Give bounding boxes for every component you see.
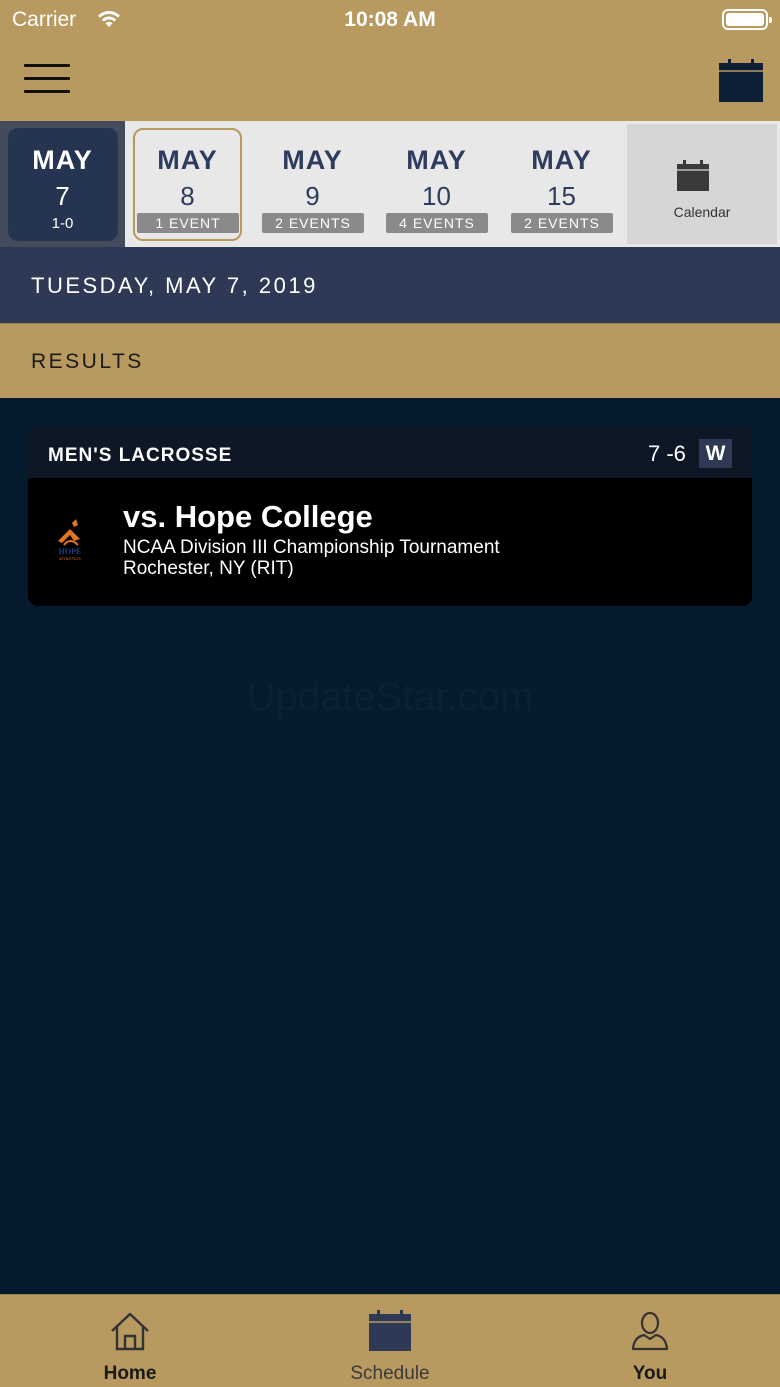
date-month: MAY bbox=[32, 145, 93, 175]
event-location: Rochester, NY (RIT) bbox=[123, 558, 294, 579]
battery-icon bbox=[722, 9, 772, 30]
date-day: 7 bbox=[55, 181, 70, 211]
home-icon bbox=[111, 1312, 149, 1351]
date-month: MAY bbox=[157, 145, 218, 175]
section-header-text: RESULTS bbox=[31, 350, 144, 373]
event-count-badge: 2 EVENTS bbox=[262, 213, 364, 233]
tab-bar: Home Schedule You bbox=[0, 1294, 780, 1387]
top-bar: Carrier 10:08 AM bbox=[0, 0, 780, 121]
date-record: 1-0 bbox=[51, 215, 74, 232]
event-score: 7 -6 bbox=[648, 441, 686, 466]
event-result-badge: W bbox=[699, 439, 732, 468]
event-card-header: MEN'S LACROSSE 7 -6 W bbox=[28, 427, 752, 478]
calendar-icon bbox=[369, 1310, 411, 1351]
event-sport: MEN'S LACROSSE bbox=[48, 445, 233, 466]
calendar-icon bbox=[677, 160, 709, 191]
tab-label: Home bbox=[103, 1363, 157, 1384]
logo-subtext: ATHLETICS bbox=[59, 556, 81, 561]
event-count-badge: 4 EVENTS bbox=[386, 213, 488, 233]
section-header: RESULTS bbox=[0, 323, 780, 398]
date-strip: MAY 7 1-0 MAY 8 1 EVENT MAY 9 2 EVENTS M… bbox=[0, 121, 780, 247]
calendar-button-label: Calendar bbox=[673, 204, 731, 220]
event-tournament: NCAA Division III Championship Tournamen… bbox=[123, 537, 500, 558]
date-cell-may-15[interactable]: MAY 15 2 EVENTS bbox=[499, 121, 624, 247]
date-month: MAY bbox=[282, 145, 343, 175]
status-bar: Carrier 10:08 AM bbox=[0, 0, 780, 40]
status-time: 10:08 AM bbox=[344, 8, 436, 31]
tab-home[interactable]: Home bbox=[0, 1295, 260, 1387]
calendar-button[interactable]: Calendar bbox=[627, 124, 777, 244]
event-opponent: vs. Hope College bbox=[123, 499, 373, 534]
watermark: UpdateStar.com bbox=[246, 675, 534, 719]
person-icon bbox=[631, 1311, 669, 1351]
hamburger-menu-icon[interactable] bbox=[24, 64, 70, 96]
tab-schedule[interactable]: Schedule bbox=[260, 1295, 520, 1387]
date-day: 8 bbox=[180, 181, 195, 211]
logo-text: HOPE bbox=[59, 547, 82, 556]
hope-athletics-logo-icon: HOPE ATHLETICS bbox=[58, 519, 82, 561]
date-cell-may-9[interactable]: MAY 9 2 EVENTS bbox=[250, 121, 375, 247]
tab-label: Schedule bbox=[350, 1363, 430, 1384]
date-day: 10 bbox=[422, 181, 451, 211]
event-count-badge: 1 EVENT bbox=[137, 213, 239, 233]
date-day: 9 bbox=[305, 181, 320, 211]
tab-label: You bbox=[632, 1363, 668, 1384]
event-card[interactable]: MEN'S LACROSSE 7 -6 W HOPE ATHLETICS vs.… bbox=[28, 427, 752, 606]
date-day: 15 bbox=[547, 181, 576, 211]
date-cell-may-7[interactable]: MAY 7 1-0 bbox=[0, 121, 125, 247]
date-cell-may-8[interactable]: MAY 8 1 EVENT bbox=[125, 121, 250, 247]
event-count-badge: 2 EVENTS bbox=[511, 213, 613, 233]
date-month: MAY bbox=[406, 145, 467, 175]
date-month: MAY bbox=[531, 145, 592, 175]
date-cell-may-10[interactable]: MAY 10 4 EVENTS bbox=[374, 121, 499, 247]
date-header: TUESDAY, MAY 7, 2019 bbox=[0, 247, 780, 323]
tab-you[interactable]: You bbox=[520, 1295, 780, 1387]
date-header-text: TUESDAY, MAY 7, 2019 bbox=[31, 273, 318, 298]
calendar-icon[interactable] bbox=[718, 58, 764, 104]
